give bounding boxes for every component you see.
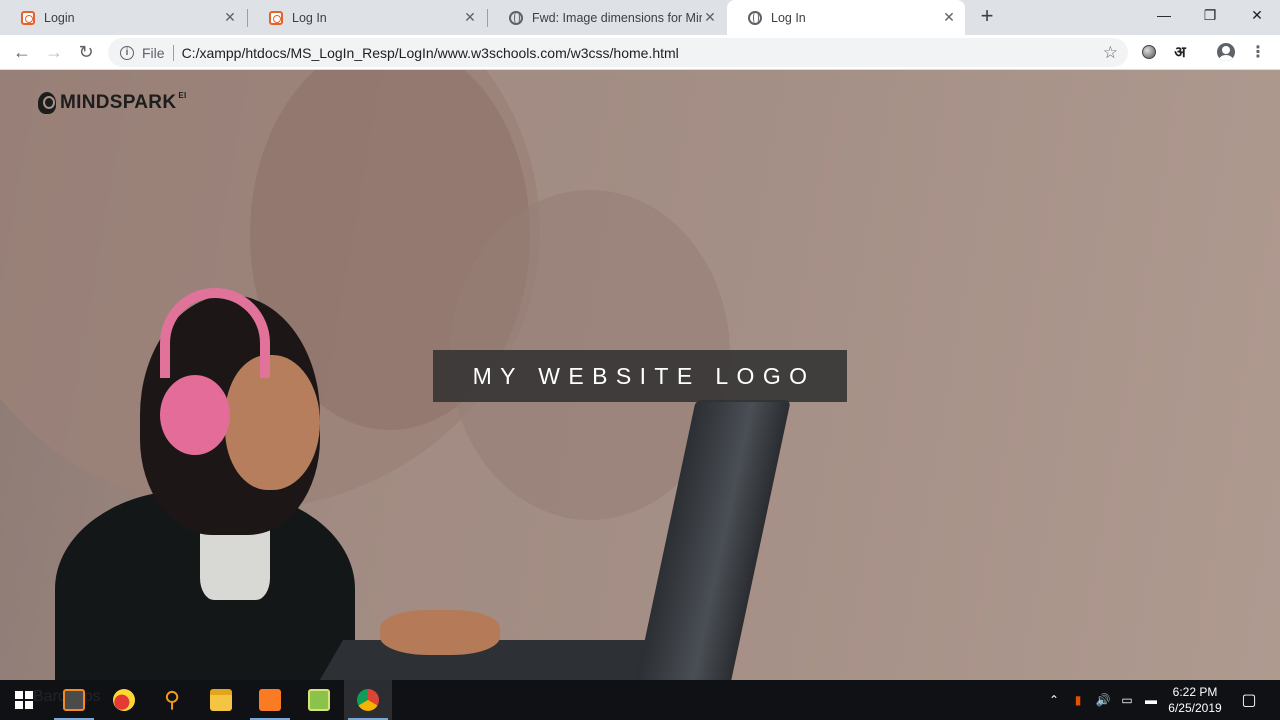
globe-icon <box>747 10 763 26</box>
notifications-icon[interactable]: ▢ <box>1234 680 1264 720</box>
back-button[interactable]: ← <box>10 40 34 64</box>
xampp-icon <box>20 10 36 26</box>
xampp-icon <box>268 10 284 26</box>
close-icon[interactable]: ✕ <box>941 9 957 26</box>
address-bar[interactable]: i File C:/xampp/htdocs/MS_LogIn_Resp/Log… <box>108 38 1128 67</box>
tab-title: Log In <box>292 10 327 25</box>
chevron-up-icon[interactable]: ⌃ <box>1044 680 1064 720</box>
xampp-tray-icon[interactable]: ▮ <box>1070 680 1086 720</box>
notepad-icon <box>308 689 330 711</box>
folder-icon <box>210 689 232 711</box>
maximize-button[interactable]: ❐ <box>1187 0 1233 30</box>
taskbar-app-search[interactable]: ⚲ <box>148 680 196 720</box>
xampp-icon <box>259 689 281 711</box>
brand-name: MINDSPARK <box>60 92 177 113</box>
start-button[interactable] <box>0 680 48 720</box>
close-icon[interactable]: ✕ <box>702 9 718 26</box>
reload-button[interactable]: ↻ <box>74 40 98 64</box>
search-icon: ⚲ <box>163 687 181 712</box>
tab-login[interactable]: Login ✕ <box>0 0 246 35</box>
taskbar-app-xampp[interactable] <box>246 680 294 720</box>
forward-button[interactable]: → <box>42 40 66 64</box>
clock-date: 6/25/2019 <box>1168 701 1222 715</box>
close-icon[interactable]: ✕ <box>462 9 478 26</box>
sublime-text-icon <box>63 689 85 711</box>
extension-icon[interactable] <box>1139 42 1159 62</box>
tab-title: Log In <box>771 10 806 25</box>
mindspark-logo[interactable]: MINDSPARK EI <box>38 90 187 114</box>
website-logo-banner: MY WEBSITE LOGO <box>433 350 847 402</box>
url-text[interactable]: C:/xampp/htdocs/MS_LogIn_Resp/LogIn/www.… <box>182 45 1103 61</box>
tab-log-in[interactable]: Log In ✕ <box>248 0 486 35</box>
tab-log-in-active[interactable]: Log In ✕ <box>727 0 965 35</box>
globe-icon <box>508 10 524 26</box>
fruit-app-icon <box>113 689 135 711</box>
page-viewport: MINDSPARK EI MY WEBSITE LOGO <box>0 70 1280 680</box>
brand-superscript: EI <box>178 90 187 100</box>
system-clock[interactable]: 6:22 PM 6/25/2019 <box>1160 684 1230 716</box>
taskbar-app-fruit[interactable] <box>100 680 148 720</box>
windows-taskbar: Barcapps ⚲ ⌃ ▮ 🔊 ▭ ▬ 6:22 PM 6/25/2019 ▢ <box>0 680 1280 720</box>
bulb-icon <box>38 92 56 114</box>
new-tab-button[interactable]: + <box>976 5 998 28</box>
chrome-icon <box>357 689 379 711</box>
tab-title: Login <box>44 10 75 25</box>
hero-photo <box>380 610 500 655</box>
volume-icon[interactable]: 🔊 <box>1092 680 1114 720</box>
browser-toolbar: ← → ↻ i File C:/xampp/htdocs/MS_LogIn_Re… <box>0 35 1280 70</box>
divider <box>172 44 174 61</box>
info-icon[interactable]: i <box>120 45 134 60</box>
taskbar-app-chrome[interactable] <box>344 680 392 720</box>
tab-title: Fwd: Image dimensions for Mind <box>532 10 702 25</box>
bookmark-star-icon[interactable]: ☆ <box>1103 43 1118 63</box>
language-extension-icon[interactable]: अ <box>1170 42 1190 62</box>
taskbar-app-file-explorer[interactable] <box>197 680 245 720</box>
profile-icon[interactable] <box>1216 42 1236 62</box>
network-icon[interactable]: ▭ <box>1116 680 1138 720</box>
menu-icon[interactable]: ⋮ <box>1248 42 1268 62</box>
tab-fwd-image-dimensions[interactable]: Fwd: Image dimensions for Mind ✕ <box>488 0 726 35</box>
close-icon[interactable]: ✕ <box>222 9 238 26</box>
windows-icon <box>15 691 33 709</box>
battery-icon[interactable]: ▬ <box>1140 680 1162 720</box>
taskbar-app-sublime[interactable] <box>50 680 98 720</box>
url-scheme: File <box>142 44 165 61</box>
clock-time: 6:22 PM <box>1172 685 1218 699</box>
headphones-graphic <box>160 375 230 455</box>
taskbar-app-notepad[interactable] <box>295 680 343 720</box>
minimize-button[interactable]: — <box>1141 0 1187 30</box>
tab-strip: Login ✕ Log In ✕ Fwd: Image dimensions f… <box>0 0 1280 35</box>
close-window-button[interactable]: ✕ <box>1234 0 1280 30</box>
